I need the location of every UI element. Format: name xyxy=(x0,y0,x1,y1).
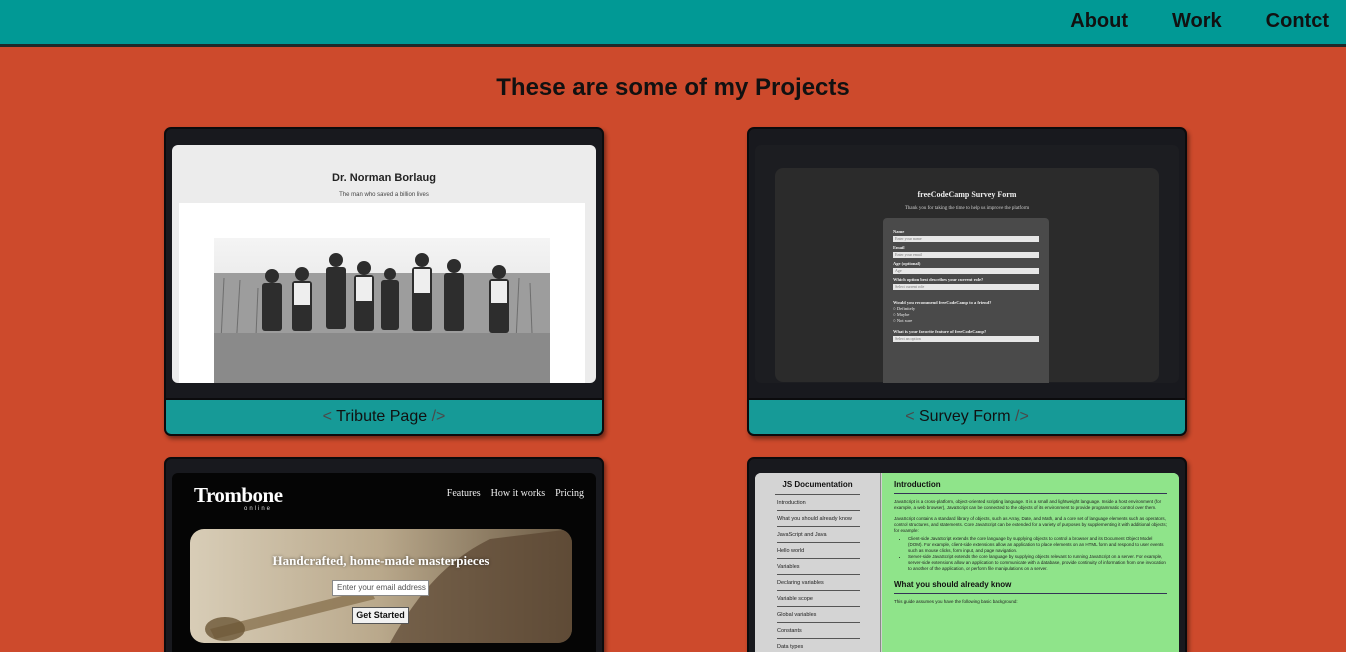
survey-role-question: Which option best describes your current… xyxy=(893,277,984,282)
survey-preview-background: freeCodeCamp Survey Form Thank you for t… xyxy=(775,168,1159,383)
survey-radio-label: Not sure xyxy=(896,318,913,323)
trombone-logo-sub: online xyxy=(244,506,273,512)
doc-paragraph: This guide assumes you have the followin… xyxy=(894,599,1018,604)
project-card-product-landing[interactable]: Trombone online Features How it works Pr… xyxy=(164,457,604,652)
doc-nav-item: What you should already know xyxy=(777,511,860,527)
survey-preview-title: freeCodeCamp Survey Form xyxy=(917,190,1017,199)
doc-nav-item: Declaring variables xyxy=(777,575,860,591)
survey-age-input: Age xyxy=(893,268,1039,274)
trombone-nav-pricing: Pricing xyxy=(555,488,584,499)
close-bracket: /> xyxy=(431,408,446,425)
close-bracket: /> xyxy=(1015,408,1029,425)
doc-bullet: Client-side JavaScript extends the core … xyxy=(908,536,1167,554)
doc-paragraph: JavaScript is a cross-platform, object-o… xyxy=(894,499,1162,510)
trombone-logo: Trombone xyxy=(194,483,283,507)
documentation-thumbnail: JS Documentation Introduction What you s… xyxy=(755,473,1179,652)
doc-nav-item: Constants xyxy=(777,623,860,639)
tribute-page-label: Tribute Page xyxy=(336,408,428,425)
survey-radio-definitely: ○ Definitely xyxy=(893,306,916,311)
trombone-get-started-button: Get Started xyxy=(352,607,409,624)
survey-name-input: Enter your name xyxy=(893,236,1039,242)
doc-nav-item: JavaScript and Java xyxy=(777,527,860,543)
doc-nav-item: Variables xyxy=(777,559,860,575)
survey-preview-form: Name Enter your name Email Enter your em… xyxy=(883,218,1049,383)
survey-radio-label: Maybe xyxy=(896,312,910,317)
trombone-nav-features: Features xyxy=(446,488,481,499)
survey-form-thumbnail: freeCodeCamp Survey Form Thank you for t… xyxy=(755,145,1179,383)
survey-radio-maybe: ○ Maybe xyxy=(893,312,910,317)
survey-recommend-question: Would you recommend freeCodeCamp to a fr… xyxy=(893,300,992,305)
trombone-hero-title: Handcrafted, home-made masterpieces xyxy=(272,553,490,568)
nav-link-about[interactable]: About xyxy=(1070,10,1128,33)
doc-nav-item: Data types xyxy=(777,639,860,652)
nav-links: About Work Contct xyxy=(1070,10,1329,33)
survey-feature-question: What is your favorite feature of freeCod… xyxy=(893,329,987,334)
survey-preview-subtitle: Thank you for taking the time to help us… xyxy=(904,206,1030,211)
tribute-photo xyxy=(214,238,550,383)
survey-feature-select: Select an option xyxy=(893,336,1039,342)
survey-name-label: Name xyxy=(893,229,905,234)
nav-link-contact[interactable]: Contct xyxy=(1266,10,1329,33)
tribute-page-caption[interactable]: < Tribute Page /> xyxy=(166,398,602,434)
project-card-survey[interactable]: freeCodeCamp Survey Form Thank you for t… xyxy=(747,127,1187,436)
project-card-documentation[interactable]: JS Documentation Introduction What you s… xyxy=(747,457,1187,652)
navbar: About Work Contct xyxy=(0,0,1346,47)
tribute-preview-title: Dr. Norman Borlaug xyxy=(332,172,436,184)
project-card-tribute[interactable]: Dr. Norman Borlaug The man who saved a b… xyxy=(164,127,604,436)
survey-email-label: Email xyxy=(893,245,905,250)
doc-nav-item: Introduction xyxy=(777,495,860,511)
survey-form-caption[interactable]: < Survey Form /> xyxy=(749,398,1185,434)
nav-link-work[interactable]: Work xyxy=(1172,10,1222,33)
doc-bullet-list: Client-side JavaScript extends the core … xyxy=(894,536,1167,572)
survey-radio-not-sure: ○ Not sure xyxy=(893,318,913,323)
doc-nav-item: Variable scope xyxy=(777,591,860,607)
tribute-preview-subtitle: The man who saved a billion lives xyxy=(339,192,429,198)
doc-bullet: Server-side JavaScript extends the core … xyxy=(908,554,1167,572)
survey-form-label: Survey Form xyxy=(918,408,1011,425)
trombone-hero: Handcrafted, home-made masterpieces Ente… xyxy=(190,529,572,643)
doc-sidebar: JS Documentation Introduction What you s… xyxy=(755,473,881,652)
projects-title: These are some of my Projects xyxy=(496,74,850,101)
doc-heading-introduction: Introduction xyxy=(894,480,1167,494)
product-landing-thumbnail: Trombone online Features How it works Pr… xyxy=(172,473,596,652)
trombone-nav-how: How it works xyxy=(490,488,546,499)
trombone-email-input: Enter your email address xyxy=(332,580,429,596)
tribute-page-thumbnail: Dr. Norman Borlaug The man who saved a b… xyxy=(172,145,596,383)
survey-role-select: Select current role xyxy=(893,284,1039,290)
doc-nav-item: Global variables xyxy=(777,607,860,623)
doc-nav-item: Hello world xyxy=(777,543,860,559)
doc-main-content: Introduction JavaScript is a cross-platf… xyxy=(882,473,1179,652)
open-bracket: < xyxy=(905,408,915,425)
survey-radio-label: Definitely xyxy=(896,306,916,311)
trombone-nav: Features How it works Pricing xyxy=(447,488,584,499)
doc-heading-prerequisites: What you should already know xyxy=(894,580,1167,594)
survey-email-input: Enter your email xyxy=(893,252,1039,258)
doc-sidebar-title: JS Documentation xyxy=(775,480,860,495)
open-bracket: < xyxy=(322,408,332,425)
doc-paragraph: JavaScript contains a standard library o… xyxy=(894,516,1167,533)
survey-age-label: Age (optional) xyxy=(893,261,921,266)
tribute-photo-frame xyxy=(179,203,585,383)
